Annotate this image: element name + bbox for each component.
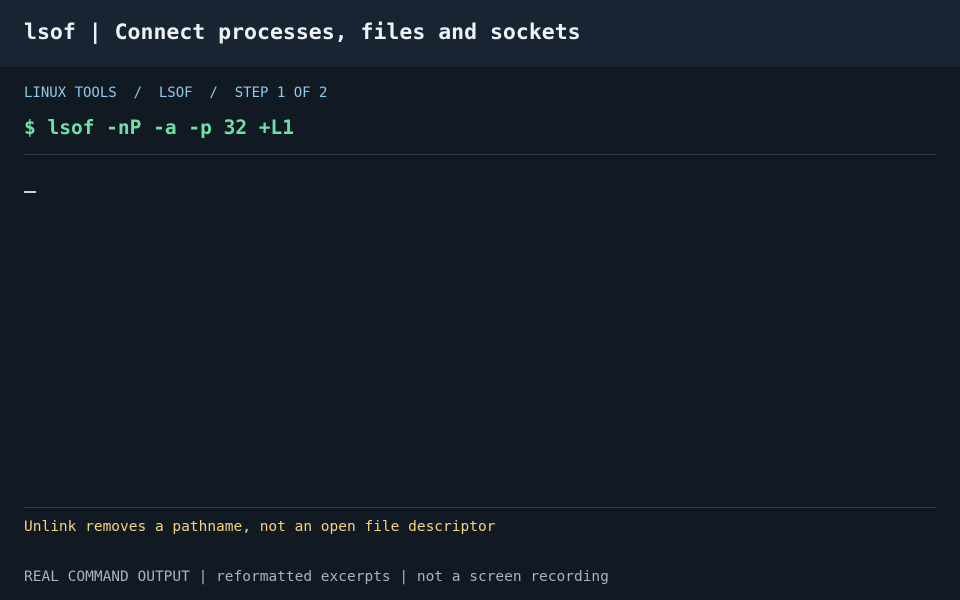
command-line: $ lsof -nP -a -p 32 +L1 [24, 116, 295, 139]
caption-note: Unlink removes a pathname, not an open f… [24, 519, 496, 535]
terminal-cursor [24, 191, 36, 193]
footer-disclaimer: REAL COMMAND OUTPUT | reformatted excerp… [24, 569, 609, 585]
bottom-divider [24, 507, 937, 508]
terminal-output [24, 155, 937, 507]
page-title: lsof | Connect processes, files and sock… [24, 20, 581, 45]
title-bar: lsof | Connect processes, files and sock… [0, 0, 960, 67]
breadcrumb: LINUX TOOLS / LSOF / STEP 1 OF 2 [24, 85, 328, 101]
